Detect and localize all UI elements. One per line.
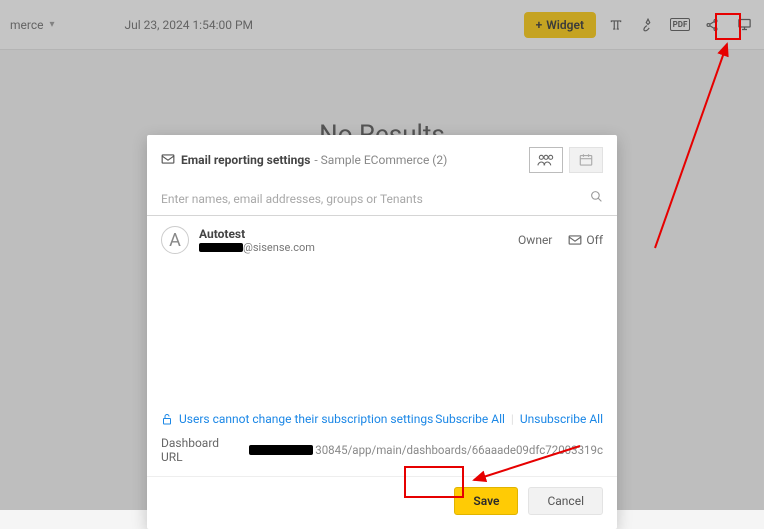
envelope-icon [161, 153, 175, 168]
avatar: A [161, 226, 189, 254]
modal-subtitle: - Sample ECommerce (2) [314, 153, 447, 167]
lock-subscription-link[interactable]: Users cannot change their subscription s… [161, 412, 433, 426]
subscribe-all-link[interactable]: Subscribe All [435, 412, 505, 426]
dashboard-url-value: 30845/app/main/dashboards/66aaade09dfc72… [249, 443, 603, 457]
cancel-button[interactable]: Cancel [528, 487, 603, 515]
subscription-status: Off [586, 233, 603, 247]
recipient-row: A Autotest @sisense.com Owner Off [147, 216, 617, 264]
email-reporting-modal: Email reporting settings - Sample EComme… [147, 135, 617, 529]
recipient-email: @sisense.com [199, 241, 315, 254]
search-icon[interactable] [590, 190, 603, 207]
dashboard-url-label: Dashboard URL [161, 436, 239, 464]
modal-title: Email reporting settings [181, 153, 310, 167]
schedule-tab-icon[interactable] [569, 147, 603, 173]
save-button[interactable]: Save [454, 487, 518, 515]
people-tab-icon[interactable] [529, 147, 563, 173]
modal-overlay: Email reporting settings - Sample EComme… [0, 0, 764, 510]
recipient-search-input[interactable] [161, 192, 590, 206]
recipient-role: Owner [518, 233, 552, 247]
recipient-name: Autotest [199, 227, 315, 241]
subscription-toggle[interactable]: Off [568, 233, 603, 247]
unsubscribe-all-link[interactable]: Unsubscribe All [520, 412, 603, 426]
